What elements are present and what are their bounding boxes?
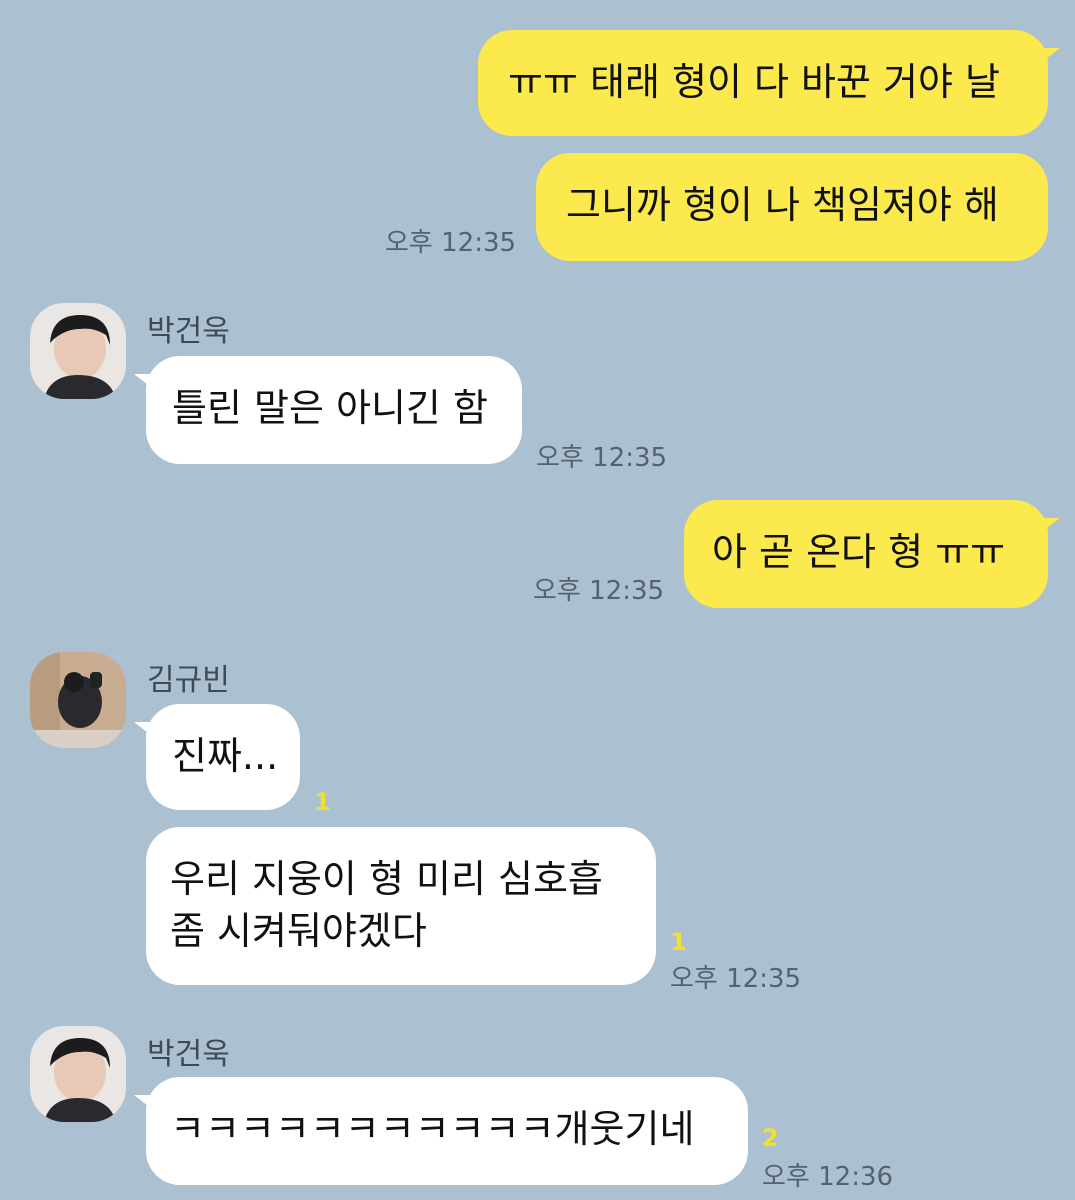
my-message-bubble[interactable]: ㅠㅠ 태래 형이 다 바꾼 거야 날 <box>478 30 1060 136</box>
message-time: 오후 12:35 <box>385 228 517 258</box>
their-message-bubble[interactable]: ㅋㅋㅋㅋㅋㅋㅋㅋㅋㅋㅋ개웃기네 <box>134 1077 748 1185</box>
profile-photo-icon <box>30 1026 126 1122</box>
message-text-line: 좀 시켜둬야겠다 <box>170 909 427 953</box>
profile-photo-icon <box>30 303 126 399</box>
avatar-kim-gyubin[interactable] <box>30 652 126 748</box>
unread-count: 1 <box>670 928 687 956</box>
message-text: ㅠㅠ 태래 형이 다 바꾼 거야 날 <box>508 60 1000 104</box>
message-time: 오후 12:36 <box>762 1162 894 1192</box>
their-message-bubble[interactable]: 진짜... <box>134 704 300 810</box>
unread-count: 2 <box>762 1124 779 1152</box>
unread-count: 1 <box>314 788 331 816</box>
profile-photo-icon <box>30 652 126 748</box>
message-text: 진짜... <box>172 734 279 778</box>
message-time: 오후 12:35 <box>533 576 665 606</box>
message-text: 틀린 말은 아니긴 함 <box>172 386 488 430</box>
message-text-line: 우리 지웅이 형 미리 심호흡 <box>170 857 603 901</box>
chat-area[interactable]: ㅠㅠ 태래 형이 다 바꾼 거야 날 오후 12:35 그니까 형이 나 책임져… <box>0 0 1075 1200</box>
sender-name: 박건욱 <box>147 1037 230 1072</box>
message-text: 그니까 형이 나 책임져야 해 <box>566 183 999 227</box>
sender-name: 박건욱 <box>147 314 230 349</box>
avatar-park-geonwook[interactable] <box>30 303 126 399</box>
avatar-park-geonwook[interactable] <box>30 1026 126 1122</box>
message-time: 오후 12:35 <box>536 443 668 473</box>
message-text: 아 곧 온다 형 ㅠㅠ <box>712 530 1006 574</box>
their-message-bubble[interactable]: 우리 지웅이 형 미리 심호흡 좀 시켜둬야겠다 <box>146 827 656 985</box>
message-time: 오후 12:35 <box>670 964 802 994</box>
sender-name: 김규빈 <box>147 663 230 698</box>
their-message-bubble[interactable]: 틀린 말은 아니긴 함 <box>134 356 522 464</box>
my-message-bubble[interactable]: 아 곧 온다 형 ㅠㅠ <box>684 500 1060 608</box>
message-text: ㅋㅋㅋㅋㅋㅋㅋㅋㅋㅋㅋ개웃기네 <box>170 1107 695 1151</box>
my-message-bubble[interactable]: 그니까 형이 나 책임져야 해 <box>536 153 1048 261</box>
